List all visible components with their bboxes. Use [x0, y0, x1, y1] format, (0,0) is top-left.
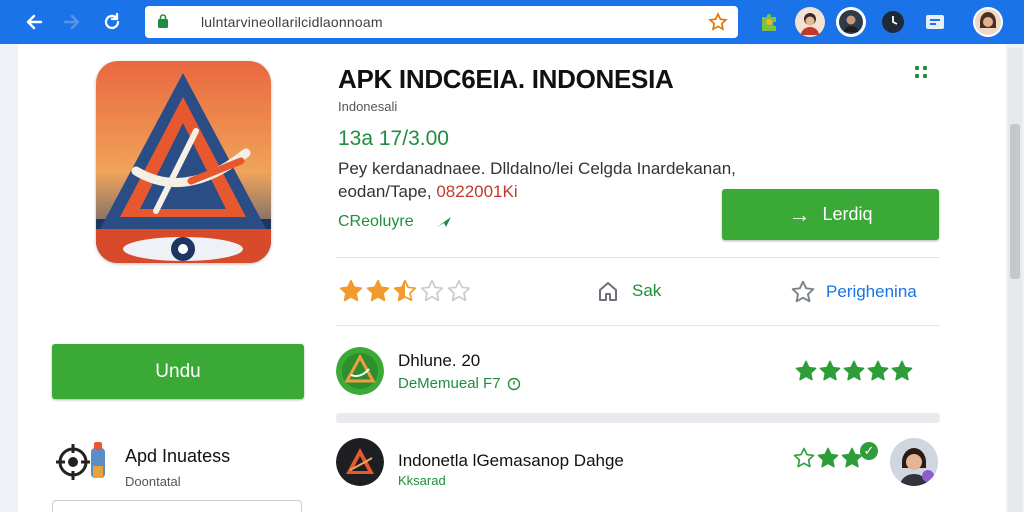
- related-app-1[interactable]: Dhlune. 20 DeMemueal F7: [336, 347, 940, 401]
- arrow-right-icon: →: [788, 201, 811, 227]
- related-app-1-title: Dhlune. 20: [398, 351, 481, 370]
- related-app-2-stars: [792, 446, 864, 475]
- bookmark-star-icon[interactable]: [706, 10, 730, 34]
- rating-row: Sak Perighenina: [338, 275, 938, 309]
- address-bar[interactable]: lulntarvineollarilcidlaonnoam: [145, 6, 738, 38]
- app-title: APK INDC6EIA. INDONESIA: [338, 64, 674, 94]
- install-button-label: Lerdiq: [822, 204, 873, 224]
- rating-star-icon: [392, 278, 418, 309]
- rating-star-icon: [365, 278, 391, 309]
- related-app-2-title: Indonetla lGemasanop Dahge: [398, 451, 624, 470]
- app-developer[interactable]: Indonesali: [338, 99, 397, 114]
- app-icon: [96, 61, 271, 263]
- back-button[interactable]: [20, 8, 48, 36]
- side-app-sub: Doontatal: [125, 474, 181, 489]
- user-photo-icon[interactable]: [973, 7, 1003, 37]
- side-app-title: Apd Inuatess: [125, 446, 231, 466]
- add-badge-icon[interactable]: ✓: [860, 442, 878, 460]
- related-app-2[interactable]: Indonetla lGemasanop Dahge Kksarad ✓: [336, 438, 940, 492]
- forward-arrow-icon: [63, 14, 80, 30]
- share-icon: [599, 282, 617, 301]
- related-app-1-developer: DeMemueal F7: [398, 375, 521, 392]
- reload-button[interactable]: [98, 8, 126, 36]
- wishlist-label: Perighenina: [826, 282, 917, 301]
- profile-avatar-icon[interactable]: [795, 7, 825, 37]
- more-options-icon[interactable]: [915, 66, 929, 80]
- related-app-1-icon: [336, 347, 384, 395]
- related-2-star-icon: [816, 446, 840, 475]
- related-1-star-icon: [866, 359, 890, 388]
- download-button[interactable]: Undu: [52, 344, 304, 399]
- app-description: Pey kerdanadnaee. Dlldalno/lei Celgda In…: [338, 157, 758, 203]
- install-button[interactable]: → Lerdiq: [722, 189, 939, 240]
- progress-bar: [336, 413, 940, 423]
- url-text[interactable]: lulntarvineollarilcidlaonnoam: [201, 14, 383, 30]
- related-1-star-icon: [842, 359, 866, 388]
- star-outline-icon: [791, 280, 815, 303]
- related-1-star-icon: [794, 359, 818, 388]
- reload-icon: [104, 12, 120, 30]
- lock-icon: [158, 14, 168, 28]
- clock-icon[interactable]: [878, 7, 908, 37]
- app-price: 13a 17/3.00: [338, 127, 449, 150]
- category-arrow-icon: [436, 217, 451, 227]
- divider: [336, 257, 940, 258]
- clock-small-icon: [507, 377, 520, 390]
- back-arrow-icon: [26, 14, 43, 30]
- related-2-star-icon: [792, 446, 816, 475]
- extension-puzzle-icon[interactable]: [754, 7, 784, 37]
- account-avatar-icon[interactable]: [836, 7, 866, 37]
- description-line-2-prefix: eodan/Tape,: [338, 182, 432, 201]
- share-button[interactable]: Sak: [596, 279, 661, 303]
- scrollbar-track[interactable]: [1008, 48, 1022, 512]
- description-highlight: 0822001Ki: [436, 182, 518, 201]
- target-tools-icon: [56, 442, 105, 480]
- description-line-1: Pey kerdanadnaee. Dlldalno/lei Celgda In…: [338, 159, 736, 178]
- wishlist-button[interactable]: Perighenina: [790, 279, 917, 305]
- side-app-item[interactable]: Apd Inuatess Doontatal: [55, 438, 315, 489]
- forward-button[interactable]: [58, 8, 86, 36]
- rating-star-icon: [446, 278, 472, 309]
- app-category[interactable]: CReoluyre: [338, 213, 452, 231]
- related-1-star-icon: [890, 359, 914, 388]
- description-line-2: eodan/Tape, 0822001Ki: [338, 180, 758, 203]
- rating-star-icon: [419, 278, 445, 309]
- related-1-star-icon: [818, 359, 842, 388]
- divider: [336, 325, 940, 326]
- menu-tab-icon[interactable]: [920, 7, 950, 37]
- category-label[interactable]: CReoluyre: [338, 213, 414, 231]
- share-label: Sak: [632, 281, 662, 300]
- related-app-1-dev-name: DeMemueal F7: [398, 375, 501, 392]
- reviewer-avatar[interactable]: [890, 438, 938, 486]
- related-app-2-icon: [336, 438, 384, 486]
- rating-star-icon: [338, 278, 364, 309]
- browser-toolbar: lulntarvineollarilcidlaonnoam: [0, 0, 1024, 44]
- related-app-1-stars: [794, 359, 914, 388]
- related-app-2-developer: Kksarad: [398, 473, 446, 488]
- search-input[interactable]: [52, 500, 302, 512]
- rating-stars: [338, 278, 472, 309]
- scrollbar-thumb[interactable]: [1010, 124, 1020, 279]
